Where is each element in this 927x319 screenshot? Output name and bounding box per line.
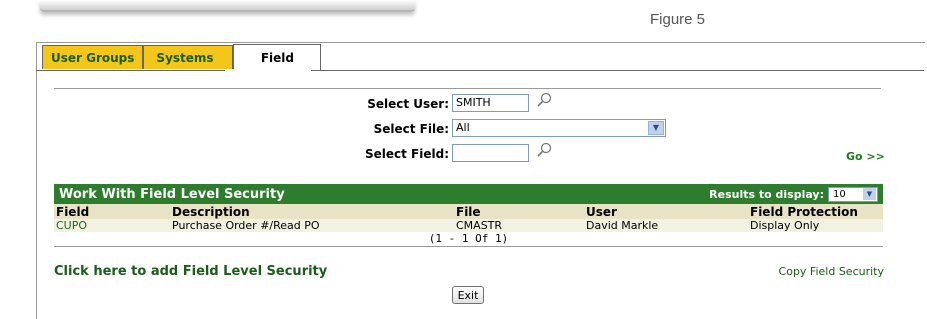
go-link[interactable]: Go >> bbox=[846, 150, 885, 163]
select-field-label: Select Field: bbox=[364, 147, 449, 161]
cell-description: Purchase Order #/Read PO bbox=[172, 219, 320, 232]
column-header-file[interactable]: File bbox=[456, 205, 586, 219]
results-control: Results to display: 10 ▼ bbox=[709, 186, 878, 202]
results-label: Results to display: bbox=[709, 187, 824, 201]
select-user-label: Select User: bbox=[367, 97, 449, 111]
tab-systems[interactable]: Systems bbox=[143, 45, 234, 69]
column-header-row: Field Description File User Field Protec… bbox=[54, 204, 883, 219]
pager-info: (1 - 1 Of 1) bbox=[54, 232, 883, 247]
add-field-security-link[interactable]: Click here to add Field Level Security bbox=[54, 264, 327, 279]
file-select[interactable]: All ▼ bbox=[452, 119, 666, 137]
grid-header: Work With Field Level Security Results t… bbox=[54, 184, 883, 204]
chevron-down-icon: ▼ bbox=[863, 187, 876, 200]
search-icon[interactable] bbox=[536, 142, 552, 158]
file-select-value: All bbox=[456, 121, 470, 134]
column-header-user[interactable]: User bbox=[586, 205, 750, 219]
window-edge bbox=[40, 0, 415, 12]
cell-user: David Markle bbox=[586, 219, 659, 232]
copy-field-security-link[interactable]: Copy Field Security bbox=[779, 265, 884, 278]
figure-caption: Figure 5 bbox=[650, 11, 706, 28]
chevron-down-icon: ▼ bbox=[648, 121, 664, 135]
cell-field-protection: Display Only bbox=[750, 219, 820, 232]
table-row[interactable]: CUPO Purchase Order #/Read PO CMASTR Dav… bbox=[54, 219, 883, 232]
tab-field[interactable]: Field bbox=[233, 44, 322, 71]
tab-user-groups[interactable]: User Groups bbox=[42, 45, 144, 69]
tab-bar: User Groups Systems Field bbox=[42, 44, 322, 71]
exit-button[interactable]: Exit bbox=[452, 286, 484, 304]
tab-divider bbox=[36, 70, 924, 71]
column-header-field[interactable]: Field bbox=[54, 205, 172, 219]
cell-field[interactable]: CUPO bbox=[54, 219, 172, 232]
column-header-description[interactable]: Description bbox=[172, 205, 456, 219]
select-file-label: Select File: bbox=[373, 122, 449, 136]
results-select[interactable]: 10 ▼ bbox=[828, 186, 878, 202]
user-input[interactable]: SMITH bbox=[452, 94, 529, 112]
results-select-value: 10 bbox=[833, 188, 846, 200]
divider bbox=[54, 88, 881, 89]
column-header-field-protection[interactable]: Field Protection bbox=[750, 205, 883, 219]
search-icon[interactable] bbox=[536, 92, 552, 108]
field-input[interactable] bbox=[452, 144, 529, 162]
cell-file: CMASTR bbox=[456, 219, 503, 232]
field-security-grid: Work With Field Level Security Results t… bbox=[54, 184, 883, 247]
grid-title: Work With Field Level Security bbox=[59, 186, 285, 202]
